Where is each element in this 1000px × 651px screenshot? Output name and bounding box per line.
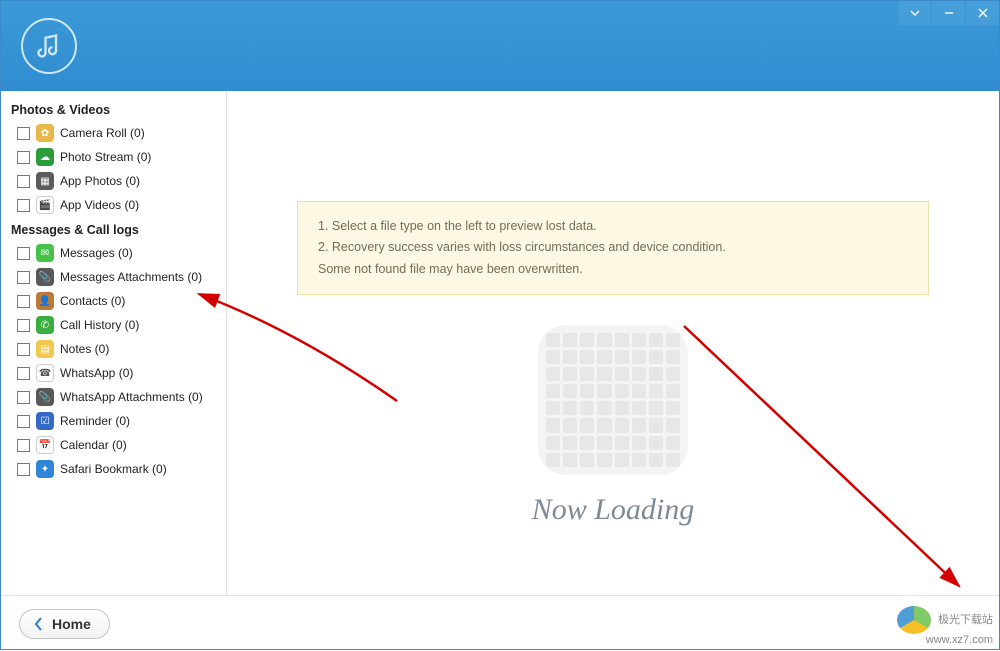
checkbox[interactable] bbox=[17, 127, 30, 140]
sidebar-item-label: Reminder (0) bbox=[60, 414, 130, 428]
sidebar-item-label: WhatsApp (0) bbox=[60, 366, 133, 380]
sidebar-item-label: App Photos (0) bbox=[60, 174, 140, 188]
category-icon: ▦ bbox=[36, 172, 54, 190]
watermark-logo-icon bbox=[897, 606, 931, 634]
footer: Home bbox=[1, 595, 999, 651]
checkbox[interactable] bbox=[17, 151, 30, 164]
sidebar-item-label: Notes (0) bbox=[60, 342, 109, 356]
sidebar-item-label: Safari Bookmark (0) bbox=[60, 462, 167, 476]
checkbox[interactable] bbox=[17, 343, 30, 356]
checkbox[interactable] bbox=[17, 271, 30, 284]
minimize-button[interactable] bbox=[931, 1, 965, 25]
info-line: 1. Select a file type on the left to pre… bbox=[318, 216, 908, 237]
sidebar-section-title: Photos & Videos bbox=[1, 97, 226, 121]
checkbox[interactable] bbox=[17, 439, 30, 452]
sidebar-item-label: Messages (0) bbox=[60, 246, 133, 260]
sidebar-item[interactable]: ▦ App Photos (0) bbox=[1, 169, 226, 193]
checkbox[interactable] bbox=[17, 247, 30, 260]
category-icon: ☑ bbox=[36, 412, 54, 430]
sidebar-item[interactable]: ☁ Photo Stream (0) bbox=[1, 145, 226, 169]
home-button-label: Home bbox=[52, 616, 91, 632]
category-icon: ✿ bbox=[36, 124, 54, 142]
checkbox[interactable] bbox=[17, 319, 30, 332]
sidebar-item[interactable]: 👤 Contacts (0) bbox=[1, 289, 226, 313]
category-icon: ☁ bbox=[36, 148, 54, 166]
category-icon: 👤 bbox=[36, 292, 54, 310]
sidebar-section-title: Messages & Call logs bbox=[1, 217, 226, 241]
music-note-icon bbox=[35, 32, 63, 60]
sidebar-item[interactable]: ✆ Call History (0) bbox=[1, 313, 226, 337]
dropdown-button[interactable] bbox=[897, 1, 931, 25]
checkbox[interactable] bbox=[17, 463, 30, 476]
loading-grid-icon bbox=[538, 325, 688, 475]
checkbox[interactable] bbox=[17, 175, 30, 188]
sidebar-item[interactable]: 📎 Messages Attachments (0) bbox=[1, 265, 226, 289]
sidebar-item[interactable]: ☎ WhatsApp (0) bbox=[1, 361, 226, 385]
category-icon: ✦ bbox=[36, 460, 54, 478]
info-line: 2. Recovery success varies with loss cir… bbox=[318, 237, 908, 258]
category-icon: 📅 bbox=[36, 436, 54, 454]
sidebar-item-label: Call History (0) bbox=[60, 318, 139, 332]
sidebar-item[interactable]: 📅 Calendar (0) bbox=[1, 433, 226, 457]
category-icon: ☎ bbox=[36, 364, 54, 382]
category-icon: ✆ bbox=[36, 316, 54, 334]
sidebar-item[interactable]: 🎬 App Videos (0) bbox=[1, 193, 226, 217]
titlebar bbox=[1, 1, 999, 91]
info-box: 1. Select a file type on the left to pre… bbox=[297, 201, 929, 295]
info-line: Some not found file may have been overwr… bbox=[318, 259, 908, 280]
sidebar-item-label: Contacts (0) bbox=[60, 294, 125, 308]
watermark-name: 极光下载站 bbox=[938, 614, 993, 626]
content-pane: 1. Select a file type on the left to pre… bbox=[227, 91, 999, 595]
category-icon: ▤ bbox=[36, 340, 54, 358]
checkbox[interactable] bbox=[17, 367, 30, 380]
category-icon: 📎 bbox=[36, 268, 54, 286]
checkbox[interactable] bbox=[17, 391, 30, 404]
category-icon: ✉ bbox=[36, 244, 54, 262]
checkbox[interactable] bbox=[17, 415, 30, 428]
sidebar: Photos & Videos ✿ Camera Roll (0) ☁ Photo St… bbox=[1, 91, 227, 595]
sidebar-item-label: Calendar (0) bbox=[60, 438, 127, 452]
category-icon: 🎬 bbox=[36, 196, 54, 214]
main-area: Photos & Videos ✿ Camera Roll (0) ☁ Photo St… bbox=[1, 91, 999, 595]
app-logo bbox=[21, 18, 77, 74]
loading-text: Now Loading bbox=[257, 493, 969, 527]
sidebar-item[interactable]: ✉ Messages (0) bbox=[1, 241, 226, 265]
sidebar-item-label: WhatsApp Attachments (0) bbox=[60, 390, 203, 404]
checkbox[interactable] bbox=[17, 199, 30, 212]
sidebar-item-label: Camera Roll (0) bbox=[60, 126, 145, 140]
sidebar-item-label: Messages Attachments (0) bbox=[60, 270, 202, 284]
window-controls bbox=[897, 1, 999, 25]
sidebar-item[interactable]: ✦ Safari Bookmark (0) bbox=[1, 457, 226, 481]
sidebar-item-label: Photo Stream (0) bbox=[60, 150, 151, 164]
sidebar-item[interactable]: ☑ Reminder (0) bbox=[1, 409, 226, 433]
chevron-left-icon bbox=[34, 617, 44, 631]
checkbox[interactable] bbox=[17, 295, 30, 308]
sidebar-item-label: App Videos (0) bbox=[60, 198, 139, 212]
home-button[interactable]: Home bbox=[19, 609, 110, 639]
sidebar-item[interactable]: 📎 WhatsApp Attachments (0) bbox=[1, 385, 226, 409]
sidebar-item[interactable]: ▤ Notes (0) bbox=[1, 337, 226, 361]
sidebar-item[interactable]: ✿ Camera Roll (0) bbox=[1, 121, 226, 145]
close-button[interactable] bbox=[965, 1, 999, 25]
watermark: 极光下载站 www.xz7.com bbox=[897, 606, 993, 647]
watermark-url: www.xz7.com bbox=[926, 634, 993, 646]
loading-indicator: Now Loading bbox=[257, 325, 969, 527]
category-icon: 📎 bbox=[36, 388, 54, 406]
